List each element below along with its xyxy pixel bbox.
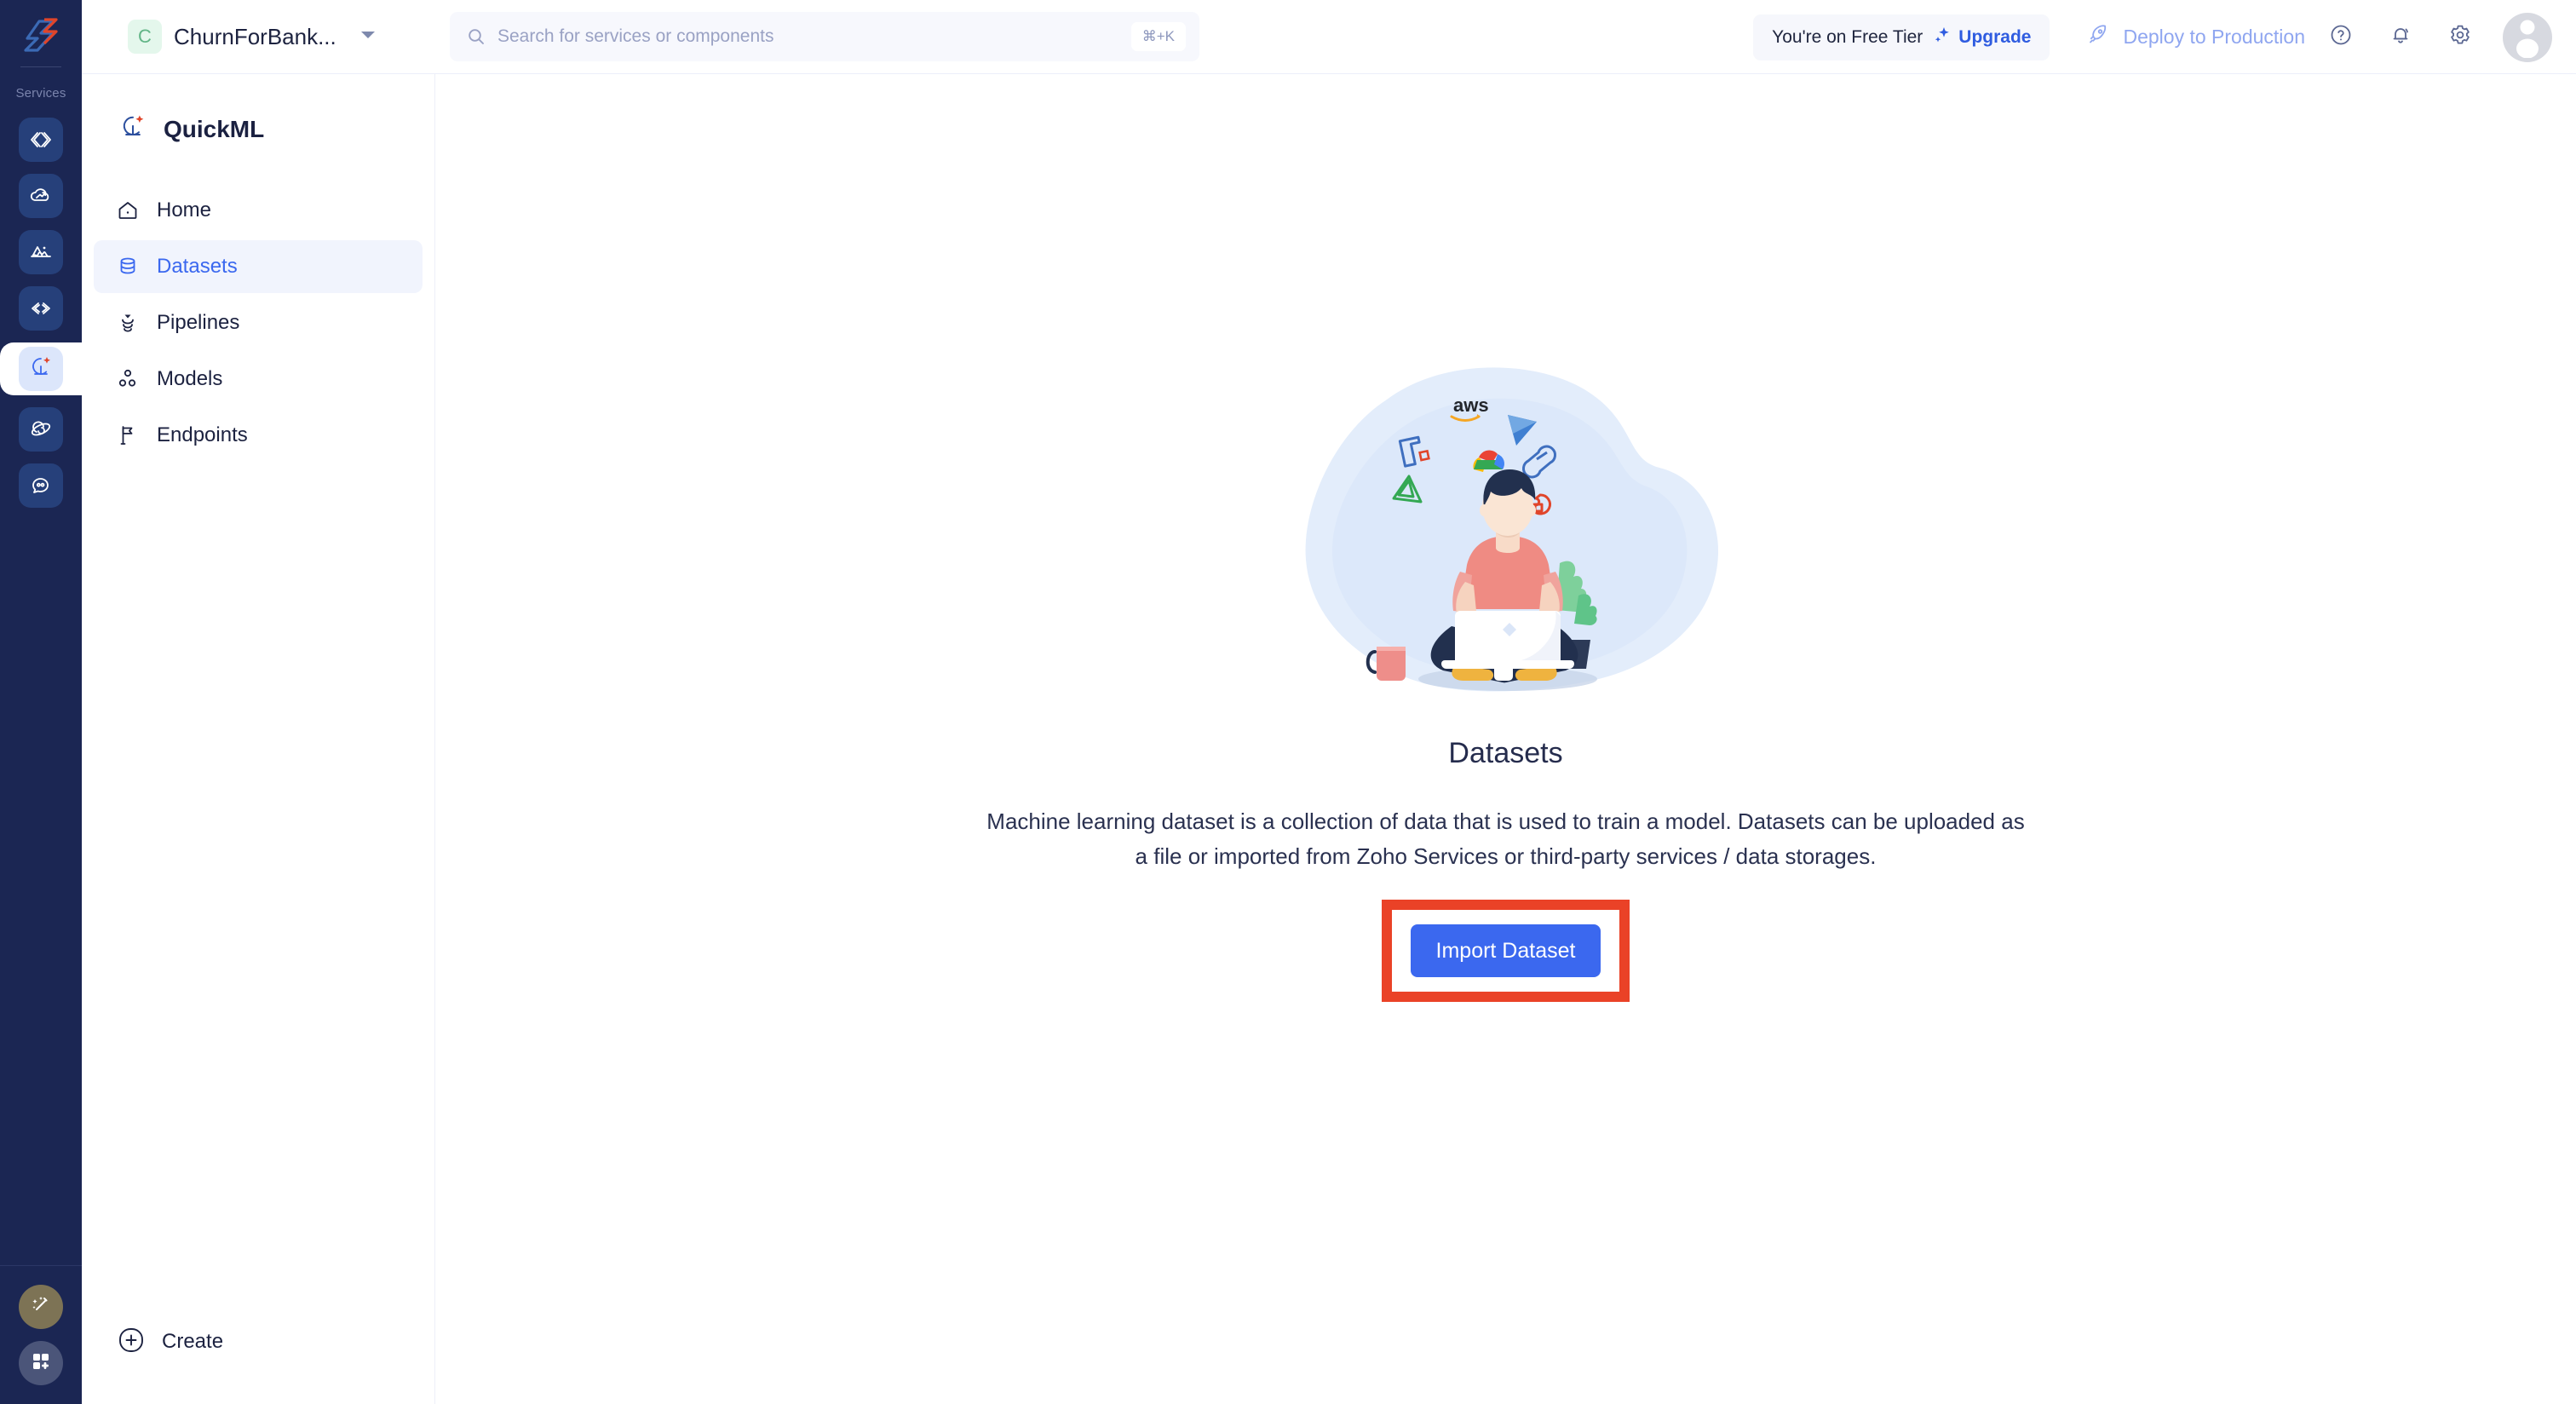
- bell-icon: [2388, 22, 2413, 52]
- plus-circle-icon: [118, 1326, 145, 1358]
- sidebar-item-label: Datasets: [157, 255, 238, 278]
- sidebar-item-label: Models: [157, 367, 223, 390]
- sidebar-item-label: Endpoints: [157, 423, 248, 446]
- person-with-laptop-illustration: aws: [1285, 340, 1728, 706]
- quickml-sparkle-icon: [118, 112, 148, 147]
- quickml-sparkle-icon: [27, 354, 55, 385]
- project-avatar: C: [128, 20, 162, 54]
- sidebar-item-orbit-service[interactable]: [19, 407, 63, 452]
- flag-icon: [116, 423, 140, 447]
- global-search[interactable]: ⌘+K: [450, 12, 1199, 61]
- main-content: aws Datasets Machine learning dataset is…: [435, 74, 2576, 1404]
- search-icon: [467, 27, 486, 46]
- orbit-icon: [28, 417, 54, 442]
- sidebar-item-data-service[interactable]: [19, 230, 63, 274]
- datasets-empty-state: aws Datasets Machine learning dataset is…: [435, 340, 2576, 1002]
- rail-bottom-actions: [0, 1265, 82, 1404]
- tier-label: You're on Free Tier: [1772, 26, 1923, 47]
- home-icon: [116, 199, 140, 222]
- search-input[interactable]: [497, 26, 1131, 47]
- deploy-to-production-button[interactable]: Deploy to Production: [2085, 22, 2305, 52]
- sidebar-item-code-service[interactable]: [19, 118, 63, 162]
- rail-section-label: Services: [15, 86, 66, 101]
- rail-divider: [20, 66, 61, 67]
- create-button[interactable]: Create: [82, 1312, 434, 1372]
- sidebar-item-home[interactable]: Home: [94, 184, 423, 237]
- sidebar-item-endpoints[interactable]: Endpoints: [94, 409, 423, 462]
- notifications-button[interactable]: [2377, 14, 2424, 61]
- sidebar-item-label: Pipelines: [157, 311, 240, 334]
- highlight-annotation-box: Import Dataset: [1381, 900, 1630, 1002]
- avatar[interactable]: [2503, 12, 2552, 62]
- create-label: Create: [162, 1330, 224, 1353]
- question-circle-icon: [2328, 22, 2354, 52]
- empty-state-description: Machine learning dataset is a collection…: [986, 808, 2025, 869]
- sidebar-nav: Home Datasets Pipelines Models Endpoints: [82, 184, 434, 462]
- project-switcher[interactable]: C ChurnForBank...: [128, 14, 384, 60]
- service-rail: Services: [0, 0, 82, 1404]
- project-name: ChurnForBank...: [174, 23, 336, 49]
- chat-bubble-icon: [28, 473, 54, 498]
- sidebar-brand-label: QuickML: [164, 115, 265, 142]
- sidebar-item-pipelines[interactable]: Pipelines: [94, 296, 423, 349]
- top-bar: C ChurnForBank... ⌘+K You're on Free Tie…: [82, 0, 2576, 74]
- deploy-label: Deploy to Production: [2123, 26, 2305, 48]
- sidebar-item-connect-service[interactable]: [19, 286, 63, 331]
- gear-icon: [2447, 22, 2473, 52]
- database-icon: [116, 255, 140, 279]
- svg-text:aws: aws: [1453, 394, 1489, 416]
- rocket-icon: [2085, 22, 2111, 52]
- pipeline-funnel-icon: [116, 311, 140, 335]
- help-button[interactable]: [2317, 14, 2365, 61]
- sidebar-item-cloud-scale-service[interactable]: [19, 174, 63, 218]
- models-nodes-icon: [116, 367, 140, 391]
- sidebar-item-quickml-service[interactable]: [0, 342, 82, 395]
- chevron-down-icon[interactable]: [360, 29, 376, 44]
- top-bar-actions: You're on Free Tier Upgrade Deploy to Pr…: [1753, 0, 2552, 74]
- quickml-sidebar: QuickML Home Datasets Pipelines Models E…: [82, 74, 435, 1404]
- sparkle-icon: [1933, 26, 1952, 49]
- user-avatar-icon: [2503, 13, 2552, 62]
- zoho-catalyst-logo-icon[interactable]: [16, 12, 66, 61]
- magic-wand-icon: [28, 1292, 54, 1322]
- page-title: Datasets: [1448, 737, 1563, 769]
- upgrade-label: Upgrade: [1958, 26, 2032, 47]
- sidebar-item-datasets[interactable]: Datasets: [94, 240, 423, 293]
- sidebar-item-label: Home: [157, 199, 212, 222]
- upgrade-button[interactable]: Upgrade: [1933, 26, 2031, 49]
- sidebar-item-models[interactable]: Models: [94, 353, 423, 406]
- search-shortcut-badge: ⌘+K: [1130, 22, 1186, 51]
- data-waves-icon: [28, 239, 54, 265]
- grid-plus-icon: [29, 1349, 53, 1378]
- ai-assistant-button[interactable]: [19, 1285, 63, 1329]
- code-brackets-icon: [28, 127, 54, 152]
- sidebar-item-chat-service[interactable]: [19, 463, 63, 508]
- import-button-zone: Import Dataset: [1381, 900, 1630, 1002]
- sidebar-brand[interactable]: QuickML: [82, 74, 434, 147]
- app-root: Services C ChurnForBank... Search for se…: [0, 0, 2576, 1404]
- free-tier-badge: You're on Free Tier Upgrade: [1753, 14, 2050, 60]
- app-launcher-button[interactable]: [19, 1341, 63, 1385]
- settings-button[interactable]: [2436, 14, 2484, 61]
- cloud-arrow-icon: [28, 183, 54, 209]
- rail-bottom-divider: [0, 1265, 82, 1266]
- link-arrows-icon: [28, 296, 54, 321]
- import-dataset-button[interactable]: Import Dataset: [1410, 924, 1601, 977]
- rail-service-icons: [0, 118, 82, 508]
